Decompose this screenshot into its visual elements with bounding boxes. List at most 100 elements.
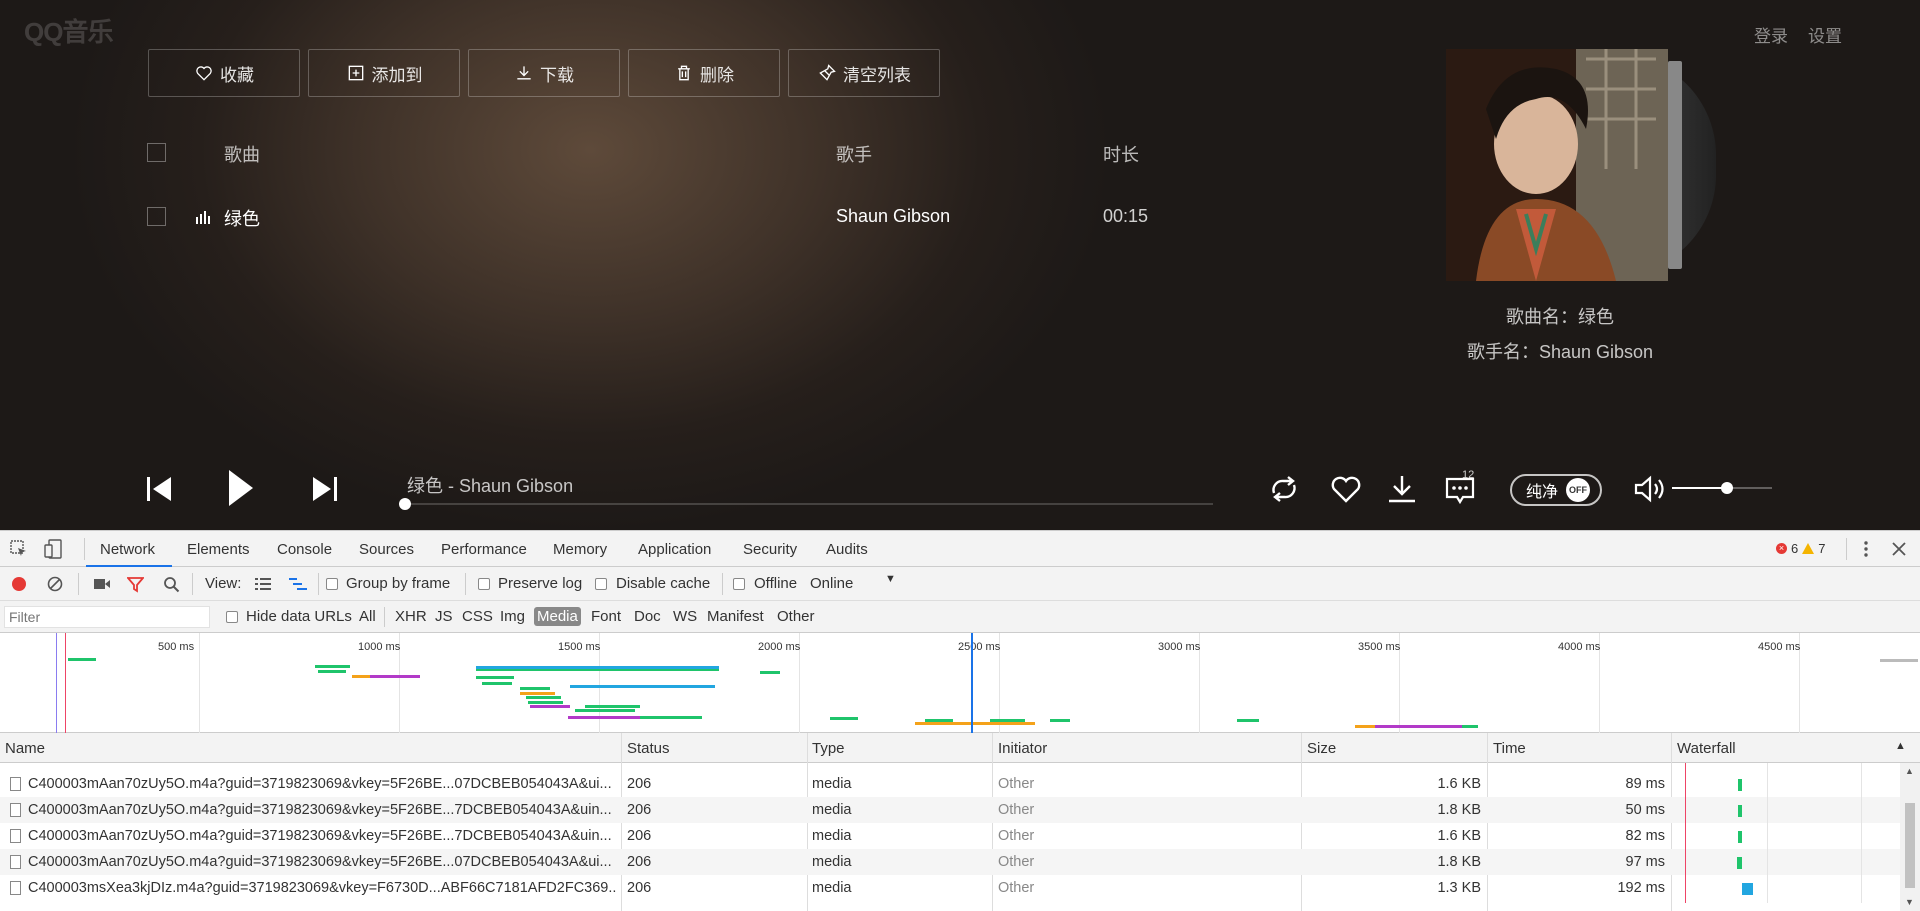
tab-elements[interactable]: Elements (187, 541, 250, 558)
tab-audits[interactable]: Audits (826, 541, 868, 558)
volume-slider[interactable] (1672, 482, 1772, 494)
login-link[interactable]: 登录 (1754, 22, 1788, 47)
tab-console[interactable]: Console (277, 541, 332, 558)
group-by-frame-checkbox[interactable] (326, 578, 338, 590)
song-artist[interactable]: Shaun Gibson (836, 206, 950, 227)
sort-ascending-icon[interactable]: ▲ (1895, 740, 1906, 752)
column-name[interactable]: Name (5, 740, 45, 757)
clear-list-button[interactable]: 清空列表 (788, 49, 940, 97)
pure-mode-toggle[interactable]: 纯净 OFF (1510, 474, 1602, 506)
timeline-event-marker (971, 633, 973, 733)
filter-input[interactable] (4, 606, 210, 628)
timeline-request-bar (568, 716, 648, 719)
request-type: media (812, 828, 852, 844)
column-type[interactable]: Type (812, 740, 845, 757)
add-to-button[interactable]: 添加到 (308, 49, 460, 97)
request-initiator: Other (998, 802, 1035, 818)
tab-memory[interactable]: Memory (553, 541, 607, 558)
type-filter-js[interactable]: JS (432, 607, 456, 626)
scroll-down-icon[interactable]: ▼ (1905, 897, 1914, 907)
timeline-tick-label: 2000 ms (758, 641, 801, 653)
device-toolbar-icon[interactable] (44, 539, 64, 559)
disable-cache-checkbox[interactable] (595, 578, 607, 590)
type-filter-img[interactable]: Img (497, 607, 528, 626)
volume-knob[interactable] (1721, 482, 1733, 494)
request-status: 206 (627, 828, 652, 844)
playing-bars-icon (196, 211, 210, 224)
table-row[interactable]: C400003mAan70zUy5O.m4a?guid=3719823069&v… (0, 849, 1900, 875)
timeline-event-marker (56, 633, 57, 733)
timeline-request-bar (1050, 719, 1070, 722)
request-type: media (812, 802, 852, 818)
type-filter-all[interactable]: All (356, 607, 379, 626)
column-time[interactable]: Time (1493, 740, 1526, 757)
throttling-select[interactable]: Online (810, 575, 853, 592)
column-status[interactable]: Status (627, 740, 670, 757)
preserve-log-checkbox[interactable] (478, 578, 490, 590)
volume-icon[interactable] (1632, 473, 1668, 505)
throttling-dropdown-arrow-icon[interactable]: ▼ (885, 573, 896, 585)
type-filter-doc[interactable]: Doc (631, 607, 664, 626)
repeat-icon[interactable] (1266, 473, 1302, 505)
clear-icon[interactable] (47, 576, 63, 592)
song-title[interactable]: 绿色 (224, 205, 260, 231)
column-size[interactable]: Size (1307, 740, 1336, 757)
table-scrollbar[interactable]: ▲ ▼ (1900, 763, 1920, 911)
scroll-thumb[interactable] (1905, 803, 1915, 888)
table-row[interactable]: C400003msXea3kjDIz.m4a?guid=3719823069&v… (0, 875, 1900, 901)
request-size: 1.3 KB (1437, 880, 1481, 896)
type-filter-font[interactable]: Font (588, 607, 624, 626)
record-icon[interactable] (11, 576, 27, 592)
column-waterfall[interactable]: Waterfall (1677, 740, 1736, 757)
request-name[interactable]: C400003mAan70zUy5O.m4a?guid=3719823069&v… (28, 776, 616, 792)
favorite-button[interactable]: 收藏 (148, 49, 300, 97)
tab-sources[interactable]: Sources (359, 541, 414, 558)
close-devtools-icon[interactable] (1892, 542, 1906, 556)
like-heart-icon[interactable] (1328, 473, 1364, 505)
search-icon[interactable] (163, 576, 180, 593)
console-counts[interactable]: × 6 7 (1776, 541, 1825, 556)
scroll-up-icon[interactable]: ▲ (1905, 766, 1914, 776)
tab-network[interactable]: Network (100, 541, 155, 558)
type-filter-media[interactable]: Media (534, 607, 581, 626)
network-overview-timeline[interactable]: 500 ms 1000 ms 1500 ms 2000 ms 2500 ms 3000 m… (0, 633, 1920, 733)
type-filter-css[interactable]: CSS (459, 607, 496, 626)
download-song-icon[interactable] (1384, 473, 1420, 505)
request-name[interactable]: C400003mAan70zUy5O.m4a?guid=3719823069&v… (28, 854, 616, 870)
request-name[interactable]: C400003mAan70zUy5O.m4a?guid=3719823069&v… (28, 802, 616, 818)
progress-bar[interactable] (399, 498, 1213, 510)
request-name[interactable]: C400003mAan70zUy5O.m4a?guid=3719823069&v… (28, 828, 616, 844)
offline-checkbox[interactable] (733, 578, 745, 590)
delete-label: 删除 (700, 65, 734, 85)
filter-icon[interactable] (127, 576, 144, 593)
settings-link[interactable]: 设置 (1808, 22, 1842, 47)
waterfall-gridline (1861, 763, 1862, 903)
tab-application[interactable]: Application (638, 541, 711, 558)
type-filter-manifest[interactable]: Manifest (704, 607, 767, 626)
tab-security[interactable]: Security (743, 541, 797, 558)
waterfall-overview-icon[interactable] (288, 577, 308, 591)
hide-data-urls-checkbox[interactable] (226, 611, 238, 623)
column-initiator[interactable]: Initiator (998, 740, 1047, 757)
type-filter-ws[interactable]: WS (670, 607, 700, 626)
previous-track-icon[interactable] (147, 470, 173, 508)
download-button[interactable]: 下载 (468, 49, 620, 97)
song-row-checkbox[interactable] (147, 207, 166, 226)
tab-performance[interactable]: Performance (441, 541, 527, 558)
more-options-icon[interactable] (1858, 540, 1874, 558)
type-filter-xhr[interactable]: XHR (392, 607, 430, 626)
timeline-tick-label: 500 ms (158, 641, 195, 653)
request-name[interactable]: C400003msXea3kjDIz.m4a?guid=3719823069&v… (28, 880, 616, 896)
play-icon[interactable] (226, 467, 256, 509)
large-rows-icon[interactable] (254, 577, 272, 591)
table-row[interactable]: C400003mAan70zUy5O.m4a?guid=3719823069&v… (0, 823, 1900, 849)
table-row[interactable]: C400003mAan70zUy5O.m4a?guid=3719823069&v… (0, 797, 1900, 823)
table-row[interactable]: C400003mAan70zUy5O.m4a?guid=3719823069&v… (0, 771, 1900, 797)
next-track-icon[interactable] (311, 470, 337, 508)
inspect-element-icon[interactable] (10, 540, 28, 558)
screenshot-camera-icon[interactable] (93, 577, 111, 591)
type-filter-other[interactable]: Other (774, 607, 818, 626)
select-all-checkbox[interactable] (147, 143, 166, 162)
progress-knob[interactable] (399, 498, 411, 510)
delete-button[interactable]: 删除 (628, 49, 780, 97)
